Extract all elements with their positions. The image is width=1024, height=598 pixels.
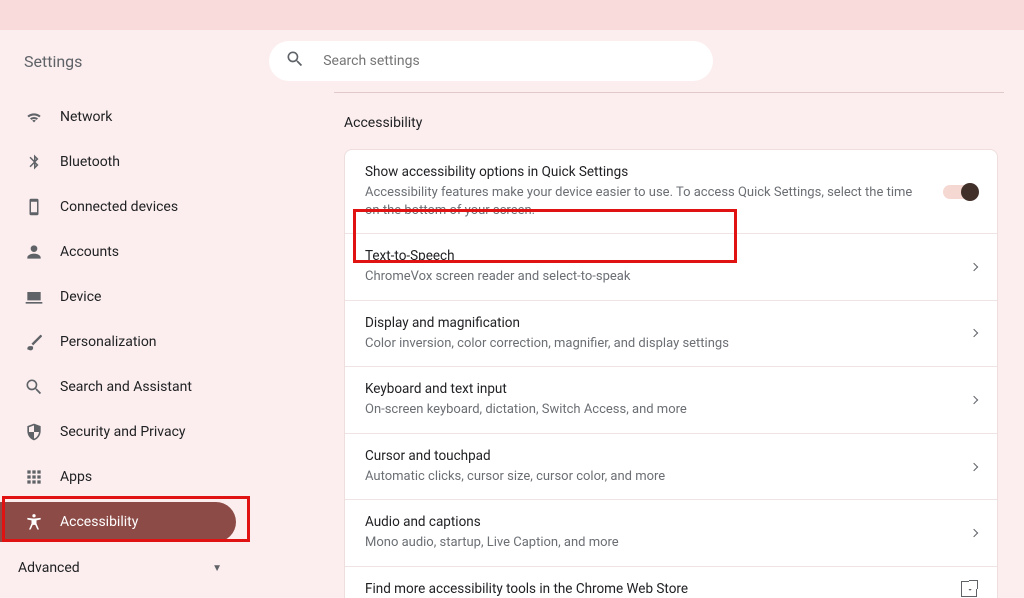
row-title: Display and magnification <box>365 315 955 331</box>
sidebar-item-label: Personalization <box>60 334 157 350</box>
bluetooth-icon <box>24 152 44 172</box>
row-find-more-accessibility-tools-in-the-chr[interactable]: Find more accessibility tools in the Chr… <box>345 566 997 598</box>
sidebar-item-security-and-privacy[interactable]: Security and Privacy <box>0 412 236 452</box>
row-subtitle: Mono audio, startup, Live Caption, and m… <box>365 534 955 552</box>
row-text: Cursor and touchpad Automatic clicks, cur… <box>365 448 971 486</box>
toggle-knob <box>961 183 979 201</box>
row-title: Audio and captions <box>365 514 955 530</box>
row-text: Text-to-Speech ChromeVox screen reader an… <box>365 248 971 286</box>
sidebar-item-label: Security and Privacy <box>60 424 186 440</box>
row-subtitle: ChromeVox screen reader and select-to-sp… <box>365 268 955 286</box>
row-action-toggle <box>943 185 977 199</box>
row-title: Keyboard and text input <box>365 381 955 397</box>
sidebar-item-network[interactable]: Network <box>0 97 236 137</box>
settings-header: Settings <box>0 30 1024 92</box>
row-cursor-and-touchpad[interactable]: Cursor and touchpad Automatic clicks, cur… <box>345 433 997 500</box>
sidebar-item-personalization[interactable]: Personalization <box>0 322 236 362</box>
row-action-chevron <box>971 397 977 403</box>
window-title-band <box>0 0 1024 30</box>
laptop-icon <box>24 287 44 307</box>
row-action-external <box>961 581 977 597</box>
row-text: Display and magnification Color inversion… <box>365 315 971 353</box>
row-title: Show accessibility options in Quick Sett… <box>365 164 927 180</box>
sidebar-advanced-label: Advanced <box>18 560 80 576</box>
search-icon <box>285 49 305 73</box>
wifi-icon <box>24 107 44 127</box>
sidebar-item-accounts[interactable]: Accounts <box>0 232 236 272</box>
sidebar-item-connected-devices[interactable]: Connected devices <box>0 187 236 227</box>
brush-icon <box>24 332 44 352</box>
content-area: Accessibility Show accessibility options… <box>260 92 1024 598</box>
phone-icon <box>24 197 44 217</box>
toggle-switch[interactable] <box>943 185 977 199</box>
search-icon <box>24 377 44 397</box>
chevron-down-icon: ▼ <box>212 563 222 574</box>
row-keyboard-and-text-input[interactable]: Keyboard and text input On-screen keyboar… <box>345 366 997 433</box>
row-text: Find more accessibility tools in the Chr… <box>365 581 961 597</box>
row-subtitle: Accessibility features make your device … <box>365 184 927 219</box>
sidebar-item-search-and-assistant[interactable]: Search and Assistant <box>0 367 236 407</box>
sidebar-item-accessibility[interactable]: Accessibility <box>0 502 236 542</box>
row-text: Audio and captions Mono audio, startup, L… <box>365 514 971 552</box>
row-action-chevron <box>971 330 977 336</box>
sidebar-item-label: Accessibility <box>60 514 138 530</box>
sidebar-item-label: Apps <box>60 469 92 485</box>
content-divider <box>334 92 1004 93</box>
sidebar-advanced[interactable]: Advanced ▼ <box>0 552 222 584</box>
chevron-right-icon <box>970 529 978 537</box>
sidebar: Network Bluetooth Connected devices Account… <box>0 92 260 598</box>
row-title: Text-to-Speech <box>365 248 955 264</box>
sidebar-item-label: Connected devices <box>60 199 178 215</box>
chevron-right-icon <box>970 329 978 337</box>
row-show-accessibility-options-in-quick-sett[interactable]: Show accessibility options in Quick Sett… <box>345 150 997 233</box>
sidebar-item-label: Accounts <box>60 244 119 260</box>
accessibility-icon <box>24 512 44 532</box>
row-action-chevron <box>971 264 977 270</box>
sidebar-item-apps[interactable]: Apps <box>0 457 236 497</box>
row-action-chevron <box>971 464 977 470</box>
row-action-chevron <box>971 530 977 536</box>
row-text-to-speech[interactable]: Text-to-Speech ChromeVox screen reader an… <box>345 233 997 300</box>
sidebar-item-label: Network <box>60 109 112 125</box>
sidebar-item-label: Search and Assistant <box>60 379 192 395</box>
row-title: Cursor and touchpad <box>365 448 955 464</box>
chevron-right-icon <box>970 396 978 404</box>
person-icon <box>24 242 44 262</box>
row-display-and-magnification[interactable]: Display and magnification Color inversion… <box>345 300 997 367</box>
row-subtitle: Automatic clicks, cursor size, cursor co… <box>365 468 955 486</box>
open-external-icon <box>961 581 977 597</box>
row-subtitle: Color inversion, color correction, magni… <box>365 335 955 353</box>
row-text: Show accessibility options in Quick Sett… <box>365 164 943 219</box>
page-app-title: Settings <box>24 52 82 71</box>
row-audio-and-captions[interactable]: Audio and captions Mono audio, startup, L… <box>345 499 997 566</box>
search-input[interactable] <box>323 53 697 69</box>
sidebar-item-device[interactable]: Device <box>0 277 236 317</box>
sidebar-item-bluetooth[interactable]: Bluetooth <box>0 142 236 182</box>
shield-icon <box>24 422 44 442</box>
sidebar-item-label: Device <box>60 289 101 305</box>
sidebar-item-label: Bluetooth <box>60 154 120 170</box>
section-title: Accessibility <box>344 115 998 131</box>
chevron-right-icon <box>970 263 978 271</box>
row-title: Find more accessibility tools in the Chr… <box>365 581 945 597</box>
chevron-right-icon <box>970 462 978 470</box>
row-subtitle: On-screen keyboard, dictation, Switch Ac… <box>365 401 955 419</box>
apps-icon <box>24 467 44 487</box>
row-text: Keyboard and text input On-screen keyboar… <box>365 381 971 419</box>
search-box[interactable] <box>269 41 713 81</box>
settings-card: Show accessibility options in Quick Sett… <box>344 149 998 598</box>
